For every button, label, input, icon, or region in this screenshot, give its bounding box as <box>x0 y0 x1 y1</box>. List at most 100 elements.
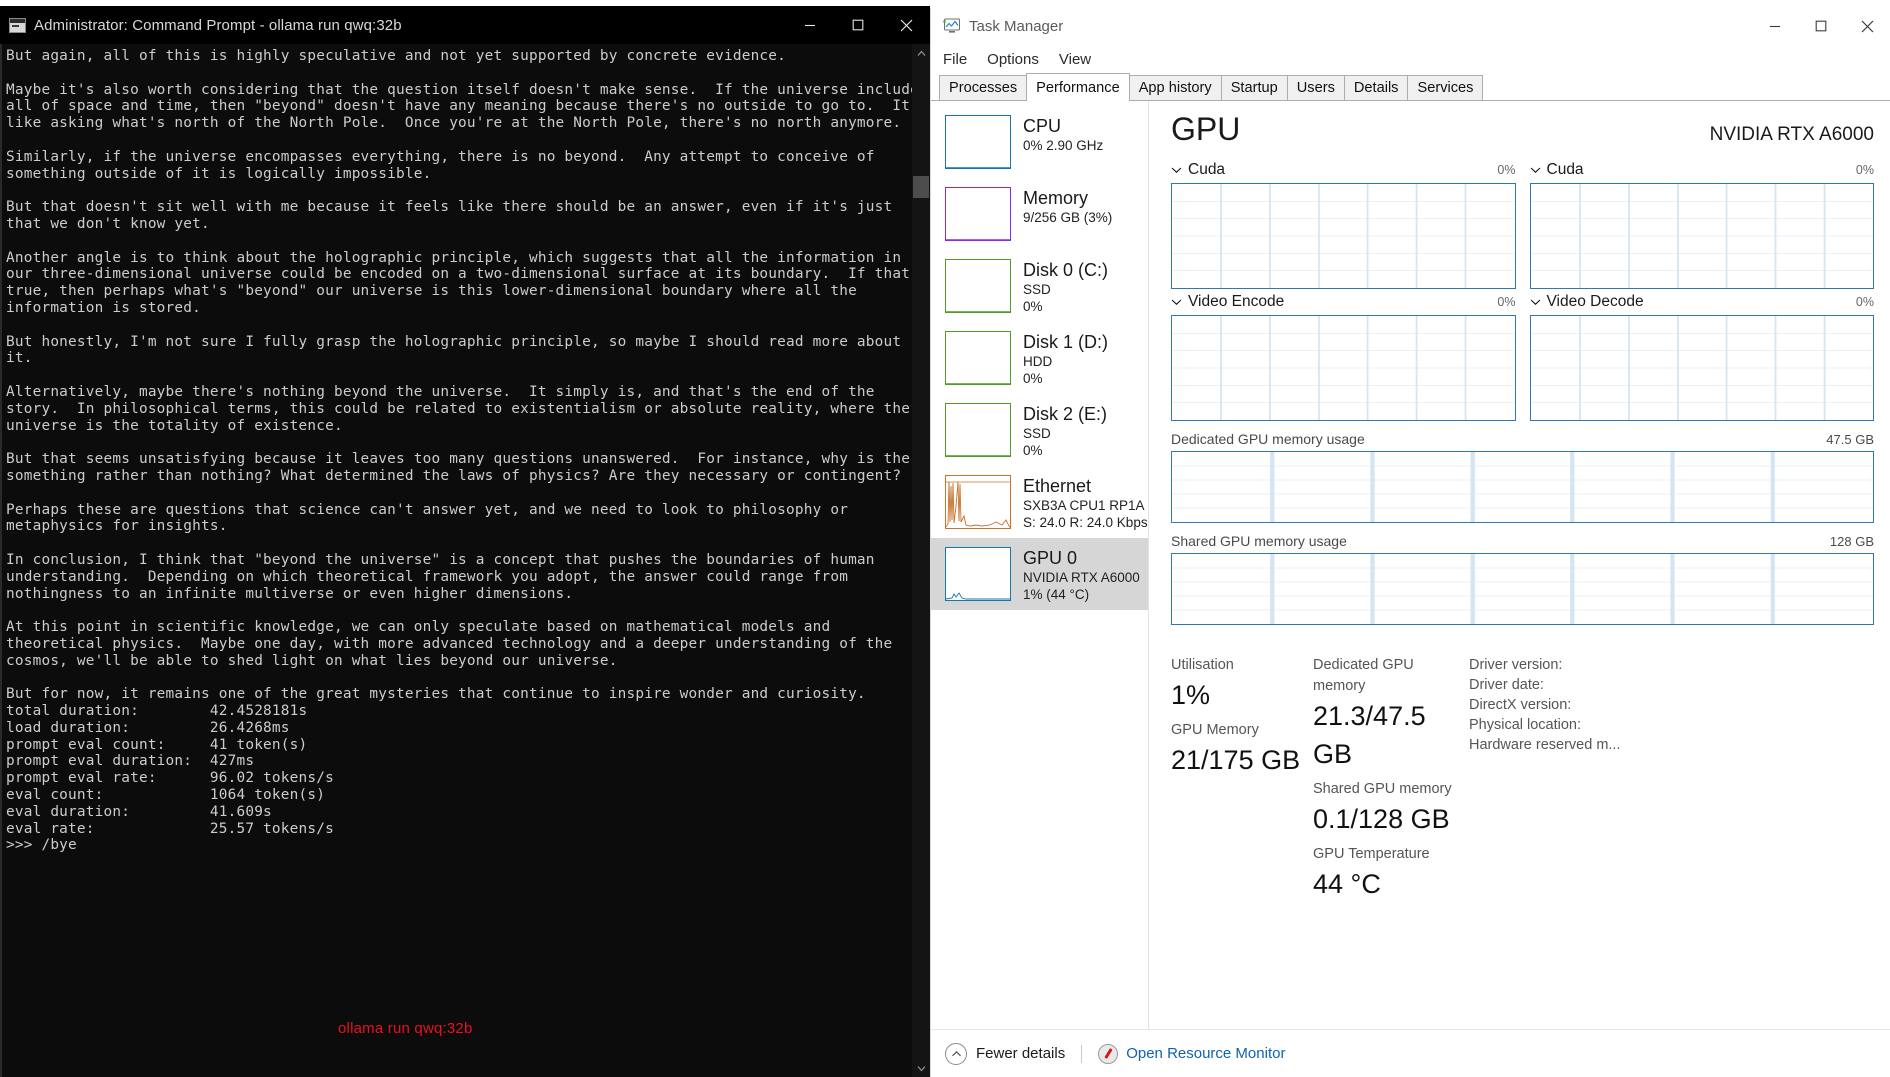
console-output[interactable]: But again, all of this is highly specula… <box>2 44 912 1077</box>
engine-label-row[interactable]: Cuda 0% <box>1171 161 1516 179</box>
tab-users[interactable]: Users <box>1286 75 1345 100</box>
engine-graph <box>1171 183 1516 289</box>
dedicated-memory-label: Dedicated GPU memory usage <box>1171 431 1365 447</box>
resource-meta: Disk 2 (E:) SSD 0% <box>1023 403 1107 459</box>
minimize-icon[interactable] <box>786 6 834 44</box>
stat-label-gpu-temperature: GPU Temperature <box>1313 846 1430 862</box>
sidebar-item-detail: S: 24.0 R: 24.0 Kbps <box>1023 515 1148 530</box>
console-scroll-thumb[interactable] <box>913 176 929 198</box>
shared-memory-graph <box>1171 553 1874 625</box>
menu-item-options[interactable]: Options <box>987 51 1039 68</box>
chevron-down-icon[interactable] <box>1530 298 1541 306</box>
taskmanager-title: Task Manager <box>969 17 1064 35</box>
resource-meta: CPU 0% 2.90 GHz <box>1023 115 1103 154</box>
close-icon[interactable] <box>1844 8 1890 44</box>
engine-graph-video-decode: Video Decode 0% <box>1529 293 1874 421</box>
gpu-stat-column-1: Utilisation 1% GPU Memory 21/175 GB <box>1171 655 1313 909</box>
dedicated-memory-graph <box>1171 451 1874 523</box>
close-icon[interactable] <box>882 6 930 44</box>
engine-graph-row-1: Cuda 0% Cuda 0% <box>1171 161 1874 289</box>
taskmanager-icon <box>943 18 961 34</box>
shared-memory-label-row: Shared GPU memory usage 128 GB <box>1171 533 1874 549</box>
tab-app-history[interactable]: App history <box>1128 75 1222 100</box>
engine-graph-video-encode: Video Encode 0% <box>1171 293 1516 421</box>
console-window-controls <box>786 6 930 44</box>
taskmanager-titlebar[interactable]: Task Manager <box>931 8 1890 44</box>
performance-resource-list[interactable]: CPU 0% 2.90 GHz Memory 9/256 GB (3%) Disk 0 … <box>931 101 1149 1029</box>
sidebar-item-label: GPU 0 <box>1023 548 1078 568</box>
resource-meta: Memory 9/256 GB (3%) <box>1023 187 1112 226</box>
tab-performance[interactable]: Performance <box>1026 73 1130 101</box>
menu-item-file[interactable]: File <box>943 51 967 68</box>
gpu-stats-grid: Utilisation 1% GPU Memory 21/175 GB Dedi… <box>1171 655 1874 909</box>
tab-label: Services <box>1417 80 1474 96</box>
sidebar-item-disk-0-c[interactable]: Disk 0 (C:) SSD 0% <box>931 250 1148 322</box>
page-title: GPU <box>1171 111 1241 147</box>
sidebar-item-cpu[interactable]: CPU 0% 2.90 GHz <box>931 106 1148 178</box>
sidebar-item-disk-2-e[interactable]: Disk 2 (E:) SSD 0% <box>931 394 1148 466</box>
tab-details[interactable]: Details <box>1343 75 1409 100</box>
sidebar-item-disk-1-d[interactable]: Disk 1 (D:) HDD 0% <box>931 322 1148 394</box>
stat-value-utilisation: 1% <box>1171 680 1211 710</box>
chevron-down-icon[interactable] <box>1530 166 1541 174</box>
sidebar-item-memory[interactable]: Memory 9/256 GB (3%) <box>931 178 1148 250</box>
taskmanager-tabs: Processes Performance App history Startup Us… <box>931 73 1890 101</box>
info-label-driver-date: Driver date: <box>1469 677 1544 693</box>
gpu-model-label: NVIDIA RTX A6000 <box>1709 124 1874 145</box>
engine-graph-row-2: Video Encode 0% Video Decode 0% <box>1171 293 1874 421</box>
scroll-down-icon[interactable] <box>912 1059 930 1077</box>
gpu-stat-column-2: Dedicated GPU memory 21.3/47.5 GB Shared… <box>1313 655 1465 909</box>
resource-meta: GPU 0 NVIDIA RTX A6000 1% (44 °C) <box>1023 547 1140 603</box>
info-label-physical-location: Physical location: <box>1469 717 1582 733</box>
chevron-down-icon[interactable] <box>1171 298 1182 306</box>
chevron-down-icon[interactable] <box>1171 166 1182 174</box>
engine-label-row[interactable]: Video Decode 0% <box>1530 293 1874 311</box>
engine-label-row[interactable]: Video Encode 0% <box>1171 293 1516 311</box>
sidebar-item-label: Disk 1 (D:) <box>1023 332 1108 352</box>
tab-label: App history <box>1138 80 1212 96</box>
resource-mini-graph <box>945 547 1011 601</box>
engine-label-row[interactable]: Cuda 0% <box>1530 161 1874 179</box>
maximize-icon[interactable] <box>834 6 882 44</box>
tab-processes[interactable]: Processes <box>939 75 1028 100</box>
tab-services[interactable]: Services <box>1407 75 1484 100</box>
screen: Administrator: Command Prompt - ollama r… <box>0 0 1890 1077</box>
tab-label: Performance <box>1036 79 1120 96</box>
info-label-directx-version: DirectX version: <box>1469 697 1572 713</box>
stat-label-shared-gpu-memory: Shared GPU memory <box>1313 781 1452 797</box>
sidebar-item-label: Disk 0 (C:) <box>1023 260 1108 280</box>
sidebar-item-detail: NVIDIA RTX A6000 <box>1023 570 1140 585</box>
engine-percent: 0% <box>1855 295 1874 309</box>
tab-startup[interactable]: Startup <box>1220 75 1288 100</box>
resource-mini-graph <box>945 115 1011 169</box>
resource-meta: Ethernet SXB3A CPU1 RP1A … S: 24.0 R: 24.0… <box>1023 475 1149 531</box>
engine-graph <box>1171 315 1516 421</box>
engine-label: Video Encode <box>1188 293 1285 310</box>
console-titlebar[interactable]: Administrator: Command Prompt - ollama r… <box>0 6 930 44</box>
stat-label-utilisation: Utilisation <box>1171 657 1234 673</box>
engine-label: Cuda <box>1546 161 1584 178</box>
engine-percent: 0% <box>1497 295 1516 309</box>
taskmanager-window-controls <box>1752 8 1890 44</box>
minimize-icon[interactable] <box>1752 8 1798 44</box>
engine-graph-cuda-1: Cuda 0% <box>1529 161 1874 289</box>
open-resource-monitor-link[interactable]: Open Resource Monitor <box>1098 1043 1285 1064</box>
resource-mini-graph <box>945 187 1011 241</box>
fewer-details-button[interactable]: Fewer details <box>945 1042 1065 1065</box>
sidebar-item-gpu-0[interactable]: GPU 0 NVIDIA RTX A6000 1% (44 °C) <box>931 538 1148 610</box>
engine-graph <box>1529 183 1874 289</box>
resource-mini-graph <box>945 331 1011 385</box>
sidebar-item-detail: SSD <box>1023 426 1051 441</box>
console-title: Administrator: Command Prompt - ollama r… <box>34 16 402 34</box>
maximize-icon[interactable] <box>1798 8 1844 44</box>
console-scrollbar[interactable] <box>912 44 930 1077</box>
console-prompt-line: >>> /bye <box>6 837 77 854</box>
tab-label: Startup <box>1230 80 1278 96</box>
shared-memory-label: Shared GPU memory usage <box>1171 533 1347 549</box>
sidebar-item-ethernet[interactable]: Ethernet SXB3A CPU1 RP1A … S: 24.0 R: 24.0… <box>931 466 1148 538</box>
scroll-up-icon[interactable] <box>912 44 930 62</box>
engine-graph <box>1529 315 1874 421</box>
menu-item-view[interactable]: View <box>1059 51 1091 68</box>
tab-label: Details <box>1353 80 1399 96</box>
sidebar-item-detail: SXB3A CPU1 RP1A … <box>1023 498 1149 513</box>
